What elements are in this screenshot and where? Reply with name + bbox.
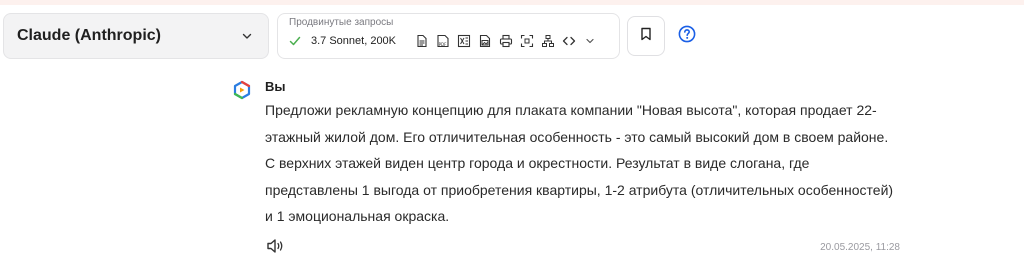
- pdf-icon[interactable]: PDF: [435, 33, 451, 49]
- document-icon[interactable]: [414, 33, 430, 49]
- advanced-model-label[interactable]: 3.7 Sonnet, 200K: [311, 35, 396, 47]
- model-selector-label: Claude (Anthropic): [17, 27, 161, 44]
- excel-icon[interactable]: [456, 33, 472, 49]
- read-aloud-button[interactable]: [266, 238, 286, 259]
- message-timestamp: 20.05.2025, 11:28: [820, 242, 900, 253]
- print-icon[interactable]: [498, 33, 514, 49]
- image-doc-icon[interactable]: [477, 33, 493, 49]
- help-button[interactable]: [677, 25, 697, 48]
- chevron-down-icon: [240, 29, 254, 43]
- model-selector[interactable]: Claude (Anthropic): [3, 13, 269, 59]
- code-icon[interactable]: [561, 33, 577, 49]
- chevron-down-icon[interactable]: [582, 33, 598, 49]
- help-icon: [678, 25, 696, 48]
- bookmark-icon: [640, 27, 652, 46]
- bookmark-button[interactable]: [627, 16, 665, 56]
- svg-text:PDF: PDF: [439, 42, 447, 47]
- message-author: Вы: [265, 79, 286, 94]
- check-icon: [289, 34, 303, 48]
- advanced-requests-title: Продвинутые запросы: [289, 17, 394, 28]
- hierarchy-icon[interactable]: [540, 33, 556, 49]
- message-text: Предложи рекламную концепцию для плаката…: [265, 102, 894, 224]
- speaker-icon: [266, 238, 286, 259]
- app-logo-icon: [232, 80, 252, 100]
- advanced-requests-panel: Продвинутые запросы 3.7 Sonnet, 200K PDF: [277, 13, 620, 59]
- top-banner-strip: [0, 0, 1024, 5]
- scan-icon[interactable]: [519, 33, 535, 49]
